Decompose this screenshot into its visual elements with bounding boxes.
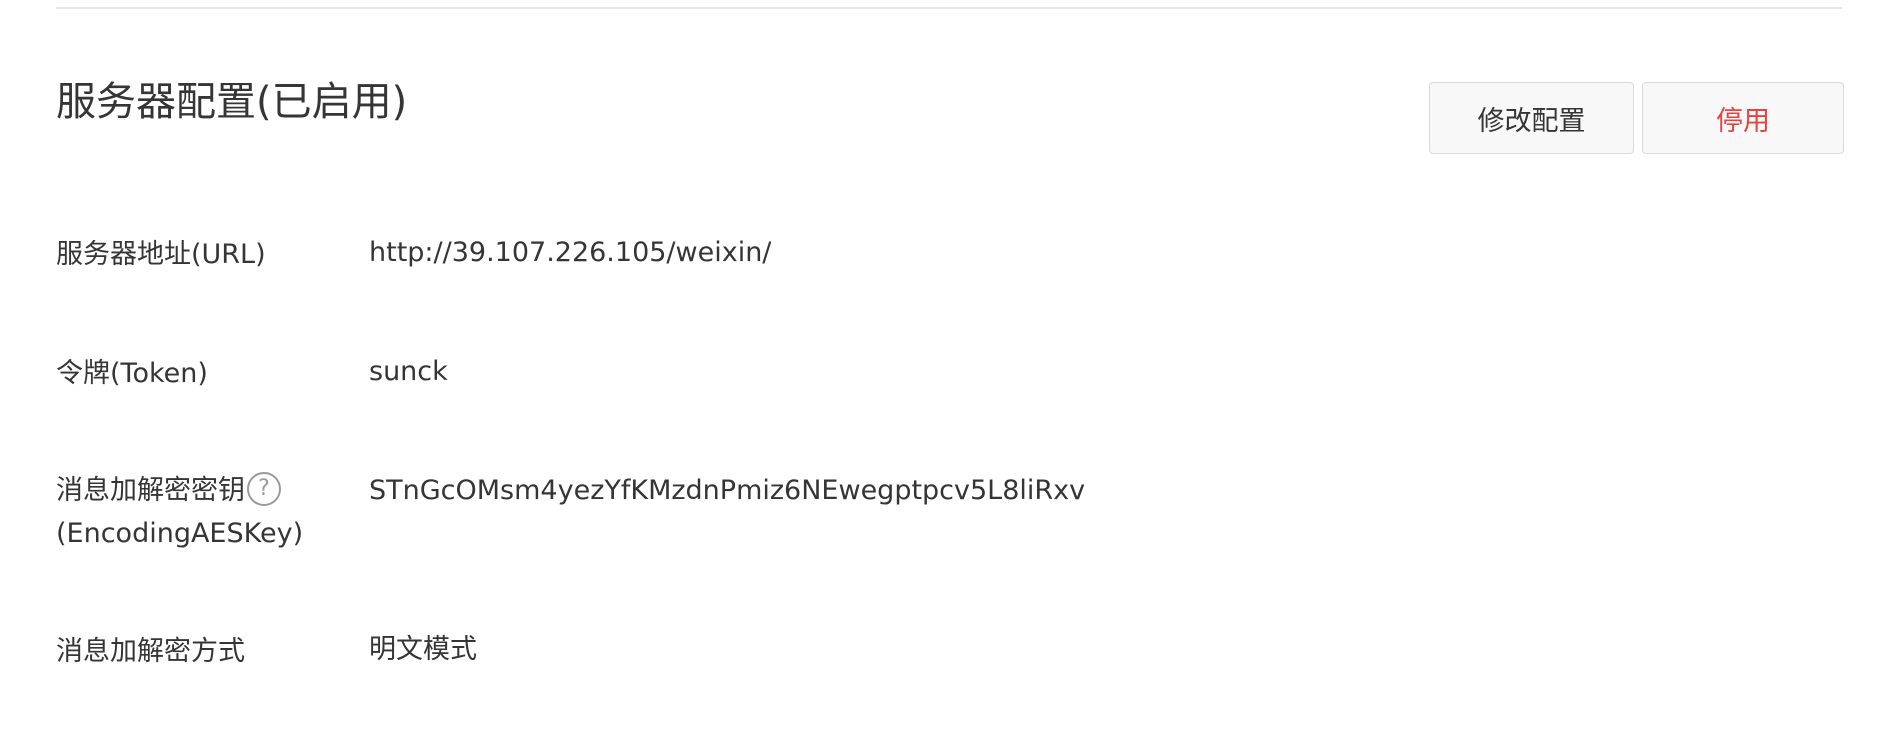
mode-label: 消息加解密方式 xyxy=(56,636,245,667)
section-title: 服务器配置(已启用) xyxy=(56,79,408,125)
aeskey-label-line1: 消息加解密密钥 xyxy=(56,475,245,506)
edit-config-button[interactable]: 修改配置 xyxy=(1429,82,1634,154)
action-buttons: 修改配置 停用 xyxy=(1429,82,1844,154)
url-value: http://39.107.226.105/weixin/ xyxy=(369,237,772,268)
token-label: 令牌(Token) xyxy=(56,358,208,389)
url-label: 服务器地址(URL) xyxy=(56,239,266,270)
disable-button[interactable]: 停用 xyxy=(1642,82,1844,154)
question-mark-icon[interactable]: ? xyxy=(247,471,281,506)
token-value: sunck xyxy=(369,356,448,387)
aeskey-label: 消息加解密密钥? xyxy=(56,470,281,512)
aeskey-label-line2: (EncodingAESKey) xyxy=(56,518,304,549)
top-divider xyxy=(56,7,1842,9)
aeskey-value: STnGcOMsm4yezYfKMzdnPmiz6NEwegptpcv5L8li… xyxy=(369,475,1086,506)
mode-value: 明文模式 xyxy=(369,634,477,665)
